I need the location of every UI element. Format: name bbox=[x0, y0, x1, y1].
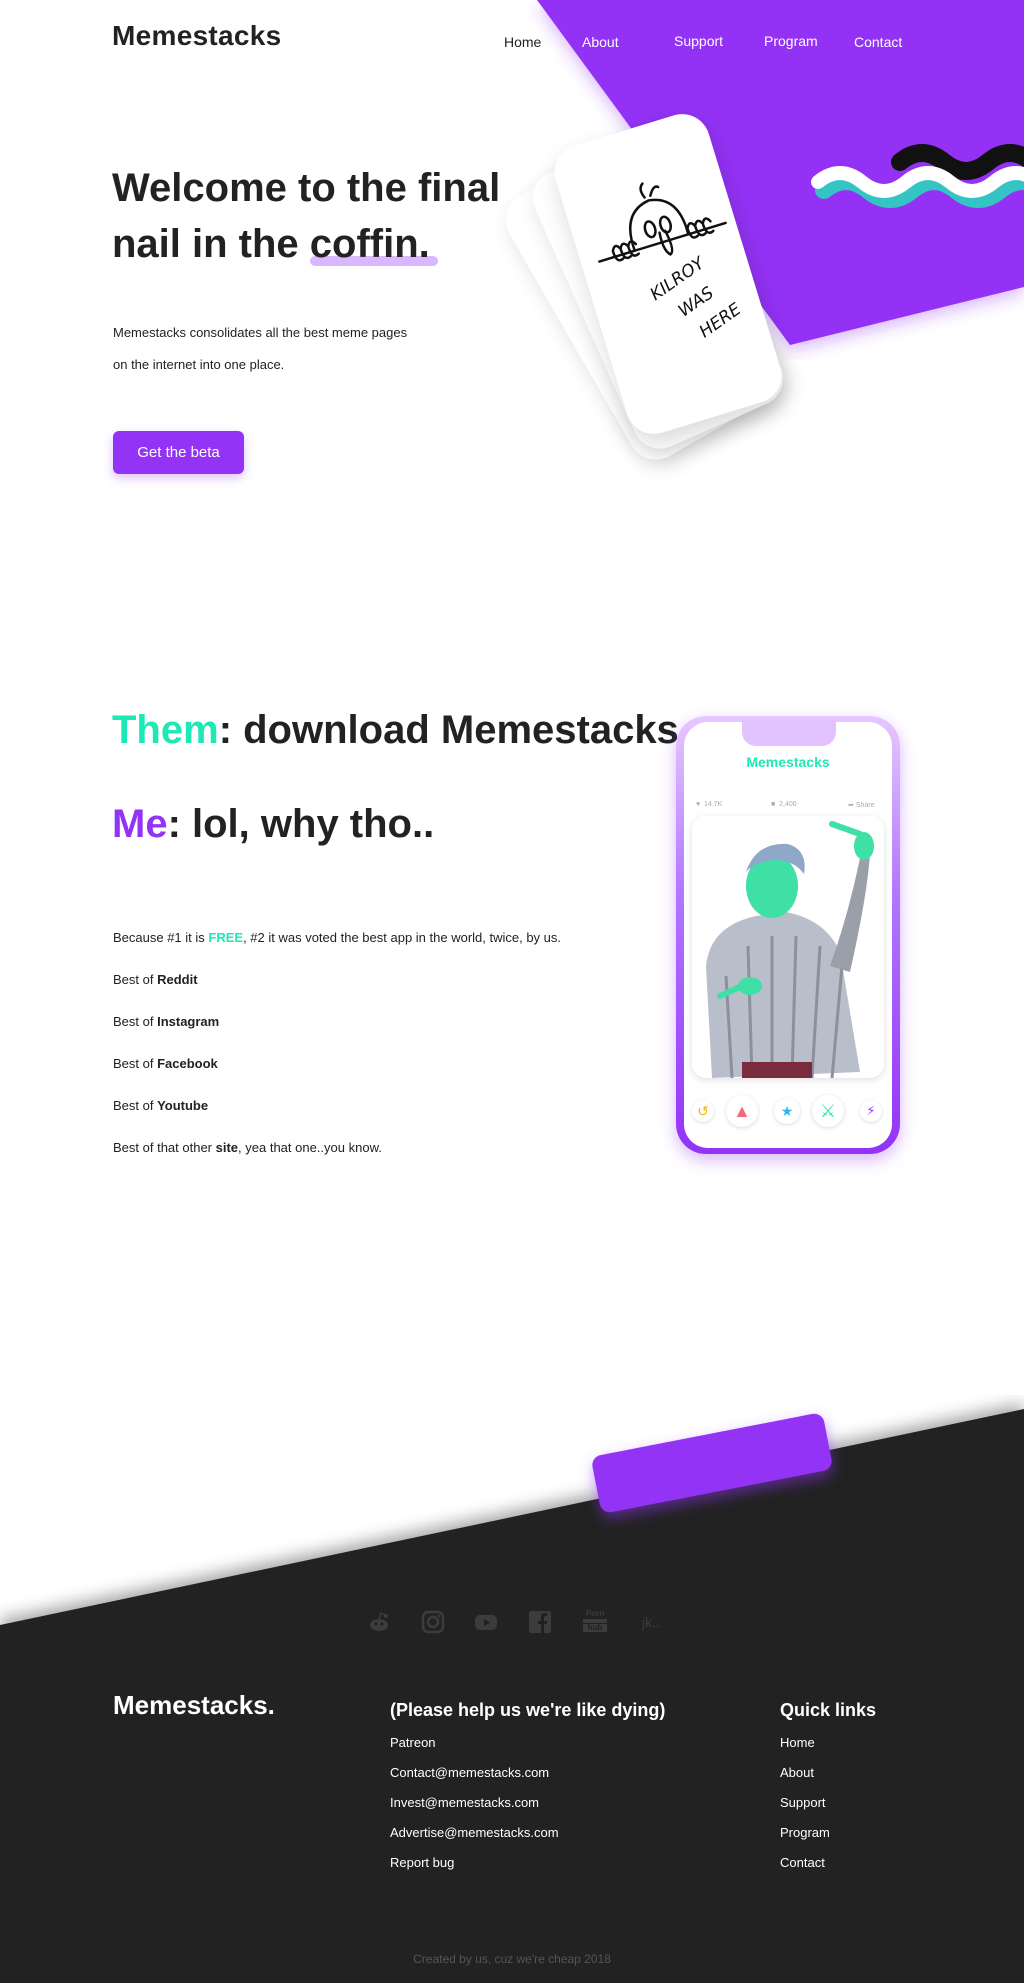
me-label: Me bbox=[112, 802, 168, 846]
footer-link-program[interactable]: Program bbox=[780, 1825, 830, 1840]
them-rest: : download Memestacks bbox=[218, 708, 679, 752]
pornhub-icon[interactable]: Porn hub bbox=[583, 1610, 607, 1632]
brand-logo[interactable]: Memestacks bbox=[112, 20, 282, 52]
hero-title-line2: nail in the bbox=[112, 222, 310, 266]
share-icon: ➦ bbox=[848, 802, 854, 809]
reddit-icon[interactable] bbox=[367, 1610, 391, 1634]
footer-dark-shape bbox=[0, 1409, 1024, 1983]
best-of-other-site: Best of that other site, yea that one..y… bbox=[113, 1140, 382, 1155]
wave-decoration bbox=[811, 144, 1024, 208]
footer-link-about[interactable]: About bbox=[780, 1765, 814, 1780]
nav-support[interactable]: Support bbox=[674, 33, 723, 49]
best-of-reddit: Best of Reddit bbox=[113, 972, 198, 987]
best-of-prefix: Best of bbox=[113, 1014, 158, 1029]
nav-about[interactable]: About bbox=[582, 34, 619, 50]
hero-title-highlight: coffin. bbox=[309, 216, 438, 272]
them-label: Them bbox=[112, 708, 219, 752]
quick-links-heading: Quick links bbox=[780, 1700, 877, 1720]
get-beta-button[interactable]: Get the beta bbox=[113, 431, 244, 474]
footer-link-home[interactable]: Home bbox=[780, 1735, 815, 1750]
me-rest: : lol, why tho.. bbox=[167, 802, 435, 846]
nav-program[interactable]: Program bbox=[764, 33, 818, 49]
instagram-icon[interactable] bbox=[421, 1610, 445, 1634]
meme-image-card[interactable] bbox=[692, 816, 884, 1078]
comments-stat: ■ 2,400 bbox=[771, 801, 797, 808]
best-of-youtube: Best of Youtube bbox=[113, 1098, 208, 1113]
heart-icon: ♥ bbox=[696, 801, 701, 808]
last-bold: site bbox=[215, 1140, 239, 1155]
help-heading: (Please help us we're like dying) bbox=[390, 1700, 666, 1720]
hero-title-line1: Welcome to the final bbox=[112, 166, 501, 210]
likes-count: 14.7K bbox=[704, 801, 723, 808]
comments-count: 2,400 bbox=[779, 801, 797, 808]
best-of-facebook: Best of Facebook bbox=[113, 1056, 218, 1071]
reason-prefix: Because #1 it is bbox=[113, 930, 209, 945]
hero-desc-line2: on the internet into one place. bbox=[113, 357, 285, 372]
footer-logo[interactable]: Memestacks. bbox=[113, 1690, 275, 1721]
me-heading: Me: lol, why tho.. bbox=[112, 802, 434, 847]
jk-icon[interactable]: jk.. bbox=[642, 1614, 660, 1630]
phone-screen: Memestacks ♥ 14.7K ■ 2,400 ➦ Share ↺ ▲ ★… bbox=[684, 722, 892, 1148]
link-invest-email[interactable]: Invest@memestacks.com bbox=[390, 1795, 539, 1810]
share-stat[interactable]: ➦ Share bbox=[848, 801, 875, 809]
best-of-name: Youtube bbox=[157, 1098, 209, 1113]
reason-text: Because #1 it is FREE, #2 it was voted t… bbox=[113, 930, 561, 945]
youtube-icon[interactable] bbox=[474, 1610, 498, 1634]
best-of-prefix: Best of bbox=[113, 1098, 158, 1113]
comment-icon: ■ bbox=[771, 801, 776, 808]
best-of-prefix: Best of bbox=[113, 972, 158, 987]
bolt-icon[interactable]: ⚡ bbox=[860, 1100, 882, 1122]
hero-desc-line1: Memestacks consolidates all the best mem… bbox=[113, 325, 408, 340]
copyright: Created by us, cuz we're cheap 2018 bbox=[413, 1952, 611, 1966]
best-of-name: Instagram bbox=[157, 1014, 220, 1029]
best-of-name: Reddit bbox=[157, 972, 198, 987]
pornhub-label-bottom: hub bbox=[583, 1624, 607, 1632]
link-advertise-email[interactable]: Advertise@memestacks.com bbox=[390, 1825, 559, 1840]
nav-contact[interactable]: Contact bbox=[854, 34, 902, 50]
trophy-icon[interactable]: ⚔ bbox=[812, 1095, 844, 1127]
meme-image bbox=[706, 821, 874, 1078]
pornhub-label-top: Porn bbox=[585, 1609, 605, 1618]
link-patreon[interactable]: Patreon bbox=[390, 1735, 436, 1750]
them-heading: Them: download Memestacks bbox=[112, 708, 679, 753]
link-report-bug[interactable]: Report bug bbox=[390, 1855, 454, 1870]
facebook-icon[interactable] bbox=[528, 1610, 552, 1634]
link-contact-email[interactable]: Contact@memestacks.com bbox=[390, 1765, 549, 1780]
star-icon[interactable]: ★ bbox=[774, 1098, 800, 1124]
nav-home[interactable]: Home bbox=[504, 34, 541, 50]
likes-stat: ♥ 14.7K bbox=[696, 801, 722, 808]
phone-app-title: Memestacks bbox=[746, 754, 830, 770]
best-of-instagram: Best of Instagram bbox=[113, 1014, 219, 1029]
undo-icon[interactable]: ↺ bbox=[692, 1100, 714, 1122]
poop-icon[interactable]: ▲ bbox=[726, 1095, 758, 1127]
hero-title: Welcome to the final nail in the coffin. bbox=[112, 160, 552, 272]
last-prefix: Best of that other bbox=[113, 1140, 216, 1155]
last-suffix: , yea that one..you know. bbox=[238, 1140, 382, 1155]
best-of-name: Facebook bbox=[157, 1056, 218, 1071]
footer-link-contact[interactable]: Contact bbox=[780, 1855, 825, 1870]
footer-link-support[interactable]: Support bbox=[780, 1795, 826, 1810]
share-label: Share bbox=[855, 802, 875, 809]
phone-notch bbox=[742, 720, 836, 746]
best-of-prefix: Best of bbox=[113, 1056, 158, 1071]
reason-suffix: , #2 it was voted the best app in the wo… bbox=[243, 930, 562, 945]
free-badge: FREE bbox=[208, 930, 244, 945]
hero-description: Memestacks consolidates all the best mem… bbox=[113, 317, 443, 381]
